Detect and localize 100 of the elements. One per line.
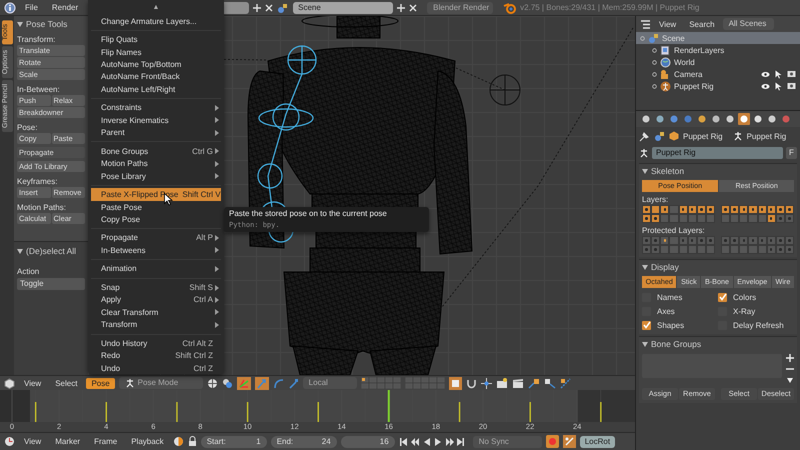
keying-set-field[interactable]: LocRot [580, 436, 616, 448]
scale-icon[interactable] [288, 378, 299, 388]
menu-item[interactable]: Apply Ctrl A [91, 294, 221, 306]
menu-item[interactable]: Inverse Kinematics [91, 114, 221, 126]
menu-item[interactable]: Animation [91, 262, 221, 276]
outliner-row[interactable]: RenderLayers [636, 44, 800, 56]
checkbox[interactable]: Names [642, 291, 718, 303]
menu-item[interactable]: Change Armature Layers... [91, 15, 221, 28]
property-tab-icon[interactable] [752, 113, 764, 125]
start-frame-field[interactable]: Start: 1 [200, 436, 267, 448]
menu-item[interactable]: Paste Pose [91, 200, 221, 214]
layer-toggle[interactable] [739, 214, 748, 223]
panel-title[interactable]: Display [651, 261, 679, 274]
shading-sphere-icon[interactable] [206, 378, 218, 388]
layer-toggle[interactable] [721, 205, 730, 214]
menu-item[interactable]: View [19, 378, 46, 388]
checkbox[interactable]: X-Ray [718, 305, 794, 317]
property-tab-icon[interactable] [668, 113, 680, 125]
add-icon[interactable] [397, 4, 406, 12]
dropdown-arrow-icon[interactable] [786, 376, 794, 384]
menu-item[interactable]: Redo Shift Ctrl Z [91, 349, 221, 362]
property-tab-icon[interactable] [738, 113, 750, 125]
property-tab-icon[interactable] [724, 113, 736, 125]
property-tab-icon[interactable] [710, 113, 722, 125]
menu-item[interactable]: Propagate Alt P [91, 232, 221, 244]
current-frame-field[interactable]: 16 [340, 436, 395, 448]
menu-item[interactable]: Select [50, 378, 82, 388]
layer-toggle[interactable] [748, 245, 758, 254]
property-tab-icon[interactable] [654, 113, 666, 125]
checkbox[interactable]: Axes [642, 305, 718, 317]
menu-item[interactable]: Pose [86, 378, 115, 388]
layer-toggle[interactable] [730, 205, 740, 214]
expand-icon[interactable] [652, 60, 657, 64]
menu-item[interactable]: View [654, 18, 682, 30]
camera-icon[interactable] [787, 82, 796, 90]
menu-item[interactable]: Pose Library [91, 170, 221, 182]
eye-icon[interactable] [761, 70, 770, 78]
layer-toggle[interactable] [642, 214, 652, 223]
lock-camera-icon[interactable] [448, 376, 462, 390]
layer-toggle[interactable] [642, 205, 652, 214]
menu-item[interactable]: Flip Quats [91, 34, 221, 46]
menu-item[interactable]: Motion Paths [91, 157, 221, 170]
layer-toggle[interactable] [730, 214, 740, 223]
menu-item[interactable]: Transform [91, 318, 221, 331]
layer-toggle[interactable] [651, 236, 660, 245]
expand-icon[interactable] [652, 84, 657, 88]
layer-toggle[interactable] [730, 236, 740, 245]
outliner-row[interactable]: Camera [636, 68, 800, 80]
eye-icon[interactable] [761, 82, 770, 90]
close-icon[interactable] [265, 4, 274, 12]
sync-dropdown[interactable]: No Sync [472, 436, 542, 448]
layer-toggle[interactable] [669, 245, 678, 254]
layer-toggle[interactable] [660, 214, 670, 223]
menu-item[interactable]: Bone Groups Ctrl G [91, 145, 221, 158]
layer-toggle[interactable] [669, 214, 678, 223]
add-icon[interactable] [786, 354, 794, 362]
expand-icon[interactable] [652, 48, 657, 52]
camera-icon[interactable] [787, 70, 796, 78]
outliner-row[interactable]: Scene [636, 32, 800, 44]
layer-toggle[interactable] [739, 245, 748, 254]
layer-toggle[interactable] [642, 245, 652, 254]
panel-title[interactable]: Bone Groups [651, 338, 702, 351]
layer-toggle[interactable] [651, 245, 660, 254]
scene-icon[interactable] [277, 2, 290, 14]
menu-item[interactable]: Undo History Ctrl Alt Z [91, 337, 221, 350]
checkbox[interactable]: Colors [718, 291, 794, 303]
property-tab-icon[interactable] [640, 113, 652, 125]
layer-toggle[interactable] [669, 205, 678, 214]
layer-toggle[interactable] [721, 236, 730, 245]
property-tab-icon[interactable] [766, 113, 778, 125]
info-icon[interactable] [4, 2, 16, 14]
expand-icon[interactable] [640, 36, 645, 40]
checkbox[interactable]: Shapes [642, 319, 718, 331]
clapperboard-icon[interactable] [512, 378, 524, 388]
layer-toggle[interactable] [721, 214, 730, 223]
collapse-arrow-icon[interactable] [17, 22, 23, 27]
menu-item[interactable]: AutoName Front/Back [91, 70, 221, 84]
list-icon[interactable] [640, 18, 651, 30]
checkbox[interactable]: Delay Refresh [718, 319, 794, 331]
end-frame-field[interactable]: End: 24 [270, 436, 337, 448]
keying-icon[interactable] [562, 435, 576, 448]
layer-toggle[interactable] [739, 205, 748, 214]
close-icon[interactable] [409, 4, 418, 12]
menu-item[interactable]: Constraints [91, 102, 221, 114]
layer-toggle[interactable] [651, 205, 660, 214]
layer-toggle[interactable] [721, 245, 730, 254]
layer-toggle[interactable] [730, 245, 740, 254]
manipulator-icon[interactable] [236, 376, 251, 390]
panel-title[interactable]: Skeleton [651, 165, 684, 178]
menu-item[interactable]: View [19, 436, 46, 447]
preview-range-icon[interactable] [172, 436, 184, 447]
menu-item[interactable]: File [20, 2, 43, 13]
menu-item[interactable]: Undo Ctrl Z [91, 362, 221, 374]
outliner-row[interactable]: Puppet Rig [636, 80, 800, 92]
snap-target-icon[interactable] [480, 378, 492, 388]
armature-icon[interactable] [639, 148, 649, 158]
layer-toggle[interactable] [651, 214, 660, 223]
add-icon[interactable] [253, 4, 262, 12]
menu-item[interactable]: Snap Shift S [91, 281, 221, 294]
clock-icon[interactable] [4, 436, 15, 447]
